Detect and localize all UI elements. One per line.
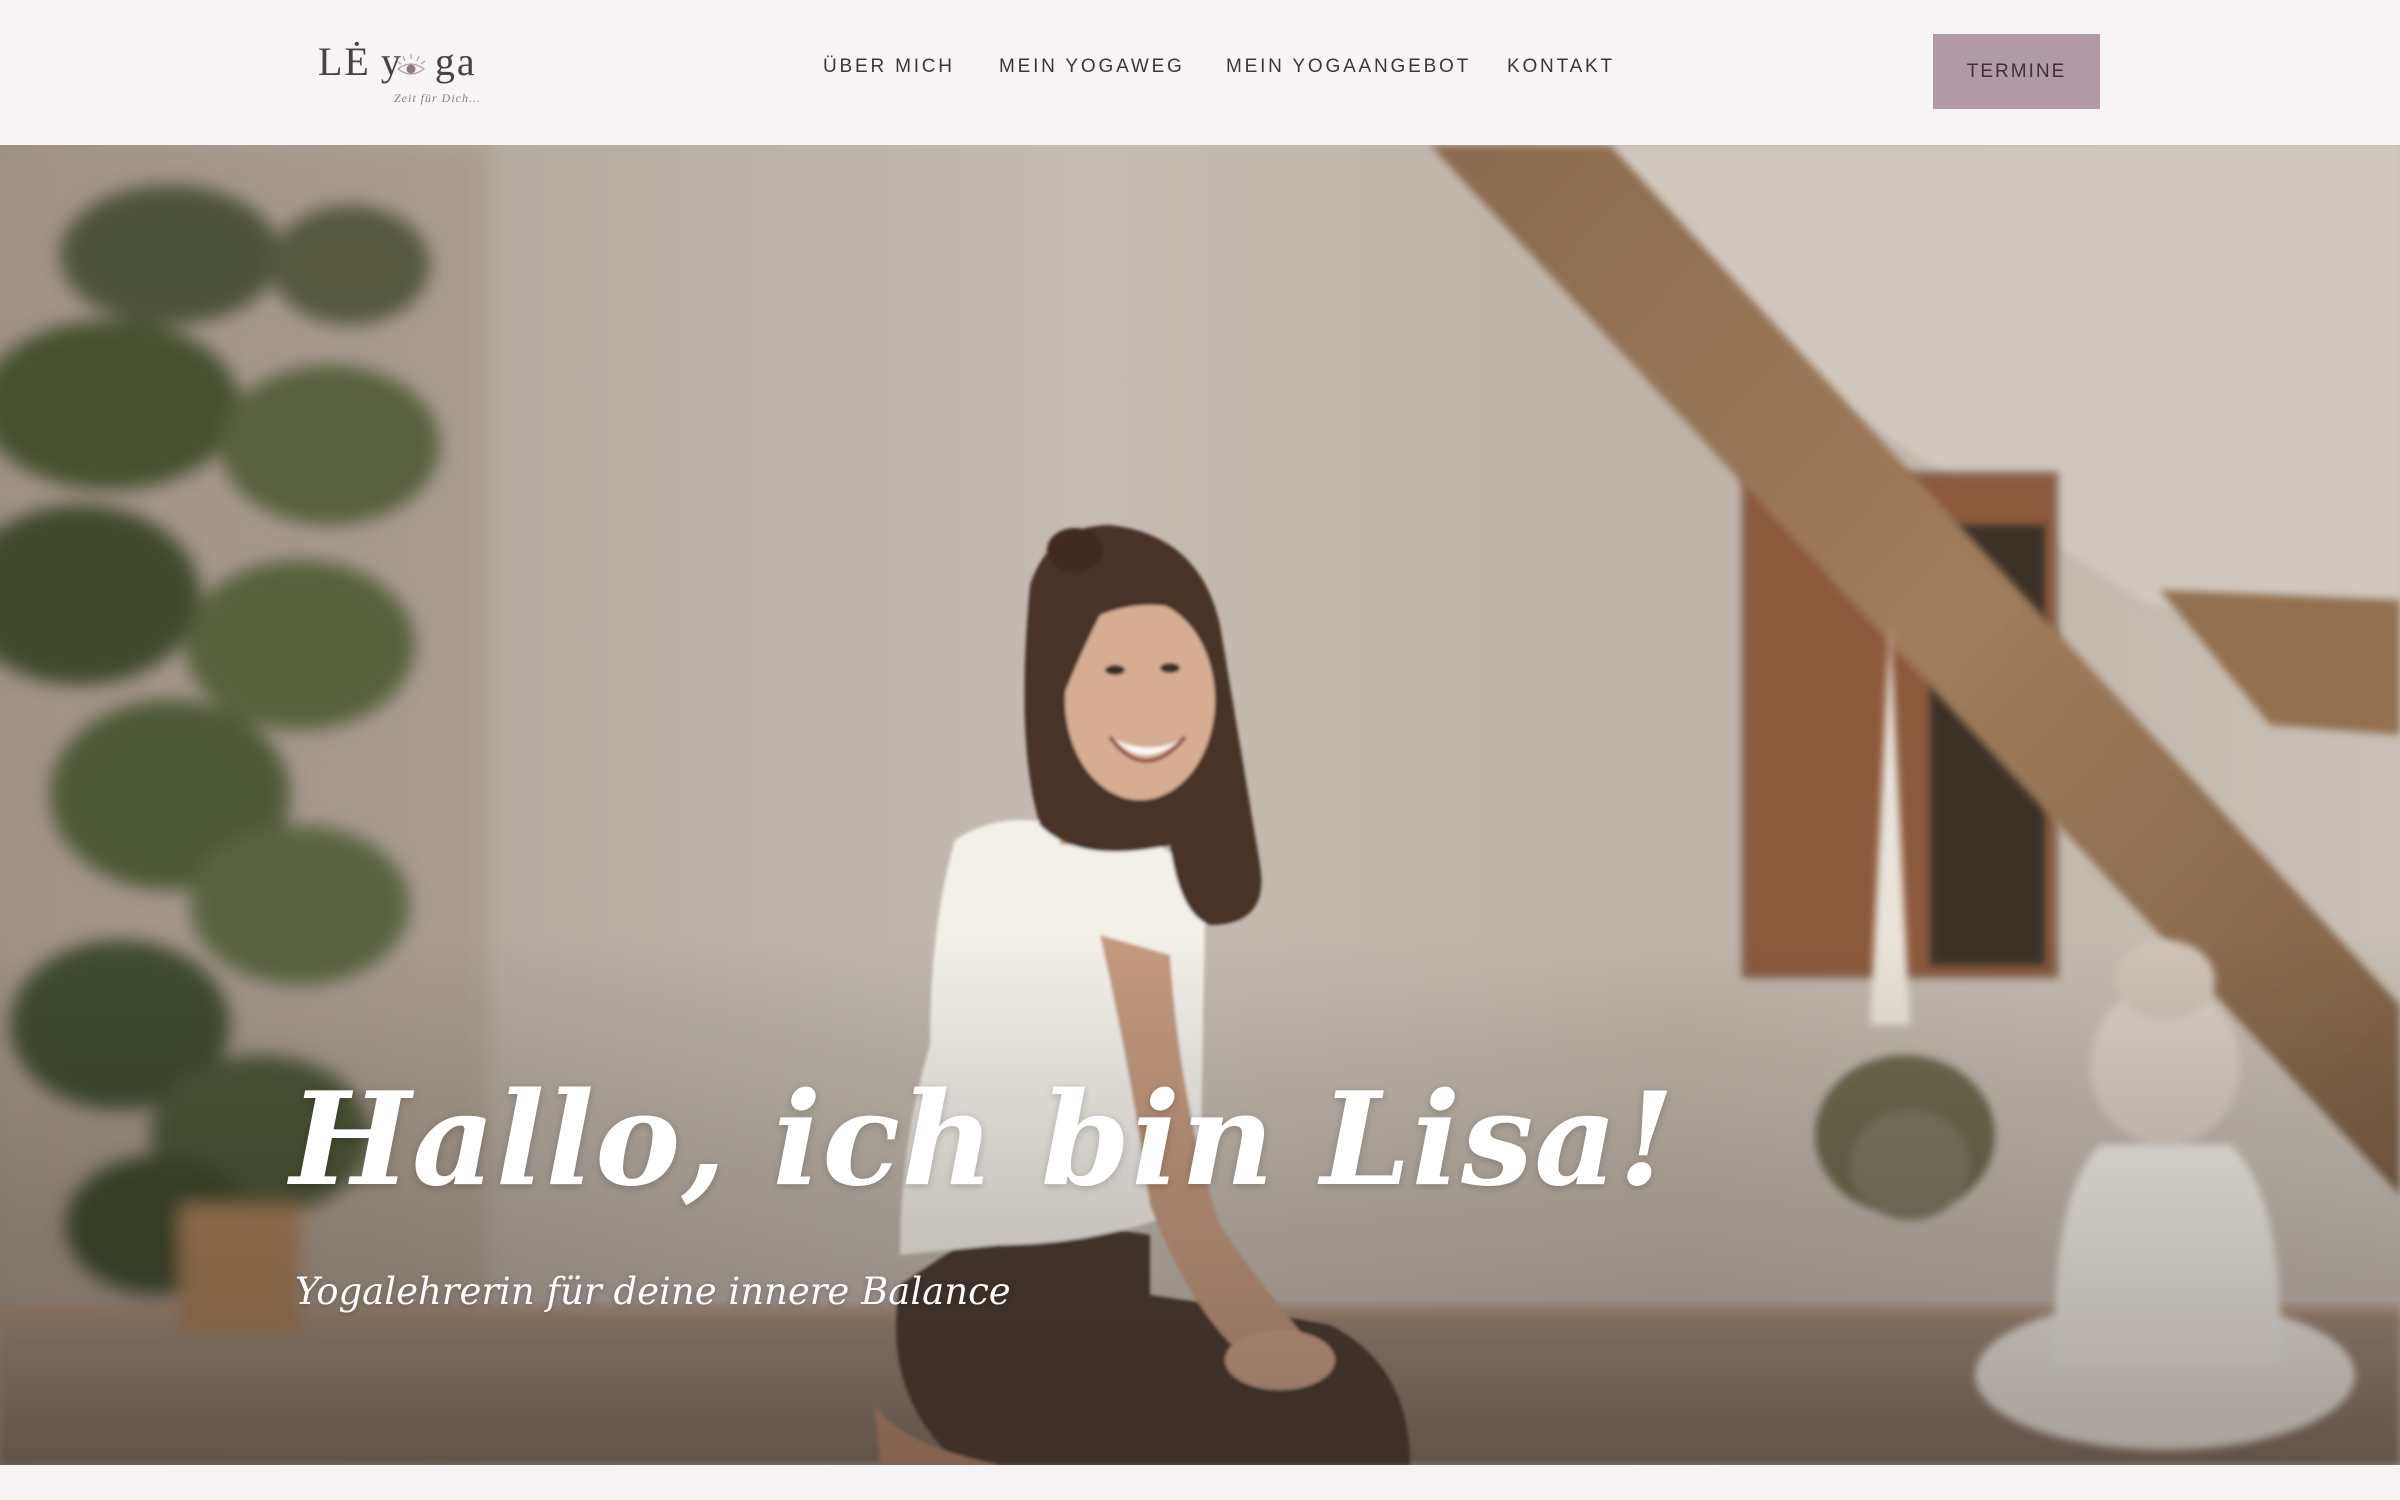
site-header: LĖ y ga Zeit für Dich... ÜBER MICH MEIN YO… xyxy=(0,0,2400,145)
nav-item-mein-yogaweg[interactable]: MEIN YOGAWEG xyxy=(999,56,1185,78)
hero-title: Hallo, ich bin Lisa! xyxy=(290,1065,1676,1215)
nav-item-kontakt[interactable]: KONTAKT xyxy=(1507,56,1615,78)
page-bottom-strip xyxy=(0,1465,2400,1500)
hero-subtitle: Yogalehrerin für deine innere Balance xyxy=(295,1270,1011,1313)
nav-item-ueber-mich[interactable]: ÜBER MICH xyxy=(823,56,955,78)
logo-tagline: Zeit für Dich... xyxy=(394,91,481,105)
hero-image xyxy=(0,145,2400,1465)
termine-button[interactable]: TERMINE xyxy=(1933,34,2100,109)
hero-section: Hallo, ich bin Lisa! Yogalehrerin für de… xyxy=(0,145,2400,1465)
nav-item-mein-yogaangebot[interactable]: MEIN YOGAANGEBOT xyxy=(1226,56,1471,78)
